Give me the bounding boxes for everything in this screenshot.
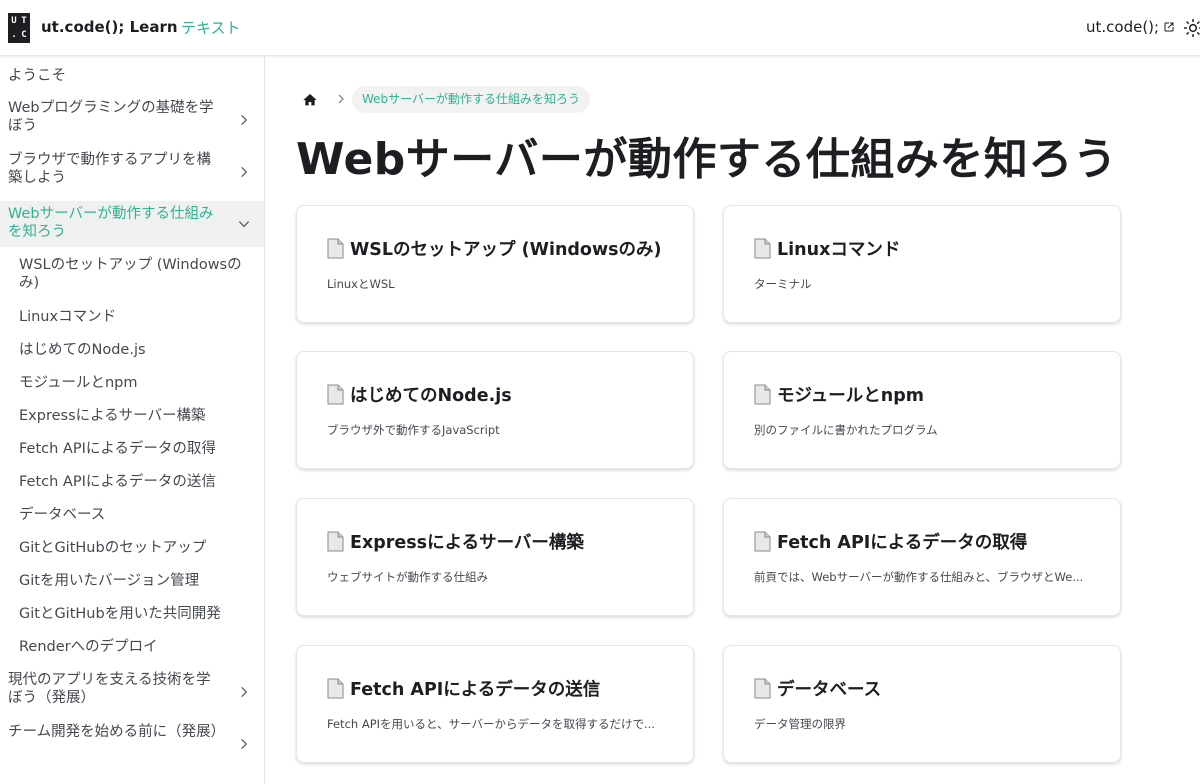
document-icon (327, 678, 344, 699)
sidebar-item-database[interactable]: データベース (0, 506, 264, 528)
document-icon (754, 238, 771, 259)
chevron-right-icon[interactable] (237, 737, 251, 751)
document-icon (327, 238, 344, 259)
logo-letter: U (11, 16, 17, 26)
site-logo[interactable]: U T . C (8, 13, 30, 43)
card-title-text: はじめてのNode.js (350, 386, 512, 406)
sidebar-item-label: 現代のアプリを支える技術を学ぼう（発展） (8, 672, 211, 706)
sidebar-item-label: Webプログラミングの基礎を学ぼう (8, 100, 214, 134)
sidebar-item-label: ブラウザで動作するアプリを構築しよう (8, 152, 211, 186)
sidebar-item-express[interactable]: Expressによるサーバー構築 (0, 407, 264, 429)
card-description: ブラウザ外で動作するJavaScript (327, 423, 500, 437)
card-database[interactable]: データベース データ管理の限界 (723, 645, 1121, 763)
card-title-text: Fetch APIによるデータの取得 (777, 533, 1028, 553)
chevron-right-icon[interactable] (237, 165, 251, 179)
sidebar-item-label: Webサーバーが動作する仕組みを知ろう (8, 206, 214, 240)
sidebar: ようこそ Webプログラミングの基礎を学ぼう ブラウザで動作するアプリを構築しよ… (0, 57, 265, 784)
sidebar-item-label: はじめてのNode.js (19, 342, 146, 358)
sidebar-item-label: WSLのセットアップ (Windowsのみ) (19, 257, 242, 291)
card-title-text: Fetch APIによるデータの送信 (350, 680, 601, 700)
logo-letter: . (11, 30, 17, 40)
chevron-right-icon[interactable] (237, 113, 251, 127)
card-title-text: WSLのセットアップ (Windowsのみ) (350, 240, 662, 260)
card-description: データ管理の限界 (754, 717, 846, 731)
sidebar-item-fetch-post[interactable]: Fetch APIによるデータの送信 (0, 473, 264, 495)
sidebar-item-label: Fetch APIによるデータの送信 (19, 474, 216, 490)
sidebar-item-label: Expressによるサーバー構築 (19, 408, 206, 424)
sidebar-item-web-server[interactable]: Webサーバーが動作する仕組みを知ろう (0, 201, 264, 247)
chevron-right-icon (338, 94, 344, 104)
card-title: Linuxコマンド (754, 236, 900, 261)
sidebar-item-label: GitとGitHubのセットアップ (19, 540, 207, 556)
card-title: Fetch APIによるデータの送信 (327, 676, 600, 701)
nav-link-text[interactable]: テキスト (181, 17, 241, 38)
navbar: U T . C ut.code(); Learn テキスト ut.code(); (0, 0, 1200, 56)
card-title: Fetch APIによるデータの取得 (754, 529, 1027, 554)
external-link-icon (1164, 22, 1174, 32)
chevron-down-icon[interactable] (237, 217, 251, 231)
page-title: Webサーバーが動作する仕組みを知ろう (296, 134, 1118, 185)
home-icon[interactable] (302, 92, 318, 108)
card-title: はじめてのNode.js (327, 382, 512, 407)
sidebar-item-npm[interactable]: モジュールとnpm (0, 374, 264, 396)
document-icon (327, 384, 344, 405)
sidebar-item-git-version[interactable]: Gitを用いたバージョン管理 (0, 572, 264, 594)
card-linux[interactable]: Linuxコマンド ターミナル (723, 205, 1121, 323)
card-title-text: データベース (777, 680, 882, 700)
sidebar-item-modern-tech[interactable]: 現代のアプリを支える技術を学ぼう（発展） (0, 671, 264, 715)
external-link-label: ut.code(); (1086, 18, 1160, 36)
document-icon (754, 384, 771, 405)
sidebar-item-team-dev[interactable]: チーム開発を始める前に（発展） (0, 723, 264, 767)
sidebar-item-nodejs[interactable]: はじめてのNode.js (0, 341, 264, 363)
sidebar-item-label: GitとGitHubを用いた共同開発 (19, 606, 221, 622)
logo-letter: C (21, 30, 27, 40)
document-icon (327, 531, 344, 552)
chevron-right-icon[interactable] (237, 685, 251, 699)
sidebar-item-label: Gitを用いたバージョン管理 (19, 573, 200, 589)
card-title-text: Expressによるサーバー構築 (350, 533, 584, 553)
card-title: Expressによるサーバー構築 (327, 529, 584, 554)
card-title: モジュールとnpm (754, 382, 924, 407)
sidebar-item-label: Fetch APIによるデータの取得 (19, 441, 216, 457)
card-nodejs[interactable]: はじめてのNode.js ブラウザ外で動作するJavaScript (296, 351, 694, 469)
card-express[interactable]: Expressによるサーバー構築 ウェブサイトが動作する仕組み (296, 498, 694, 616)
card-description: 別のファイルに書かれたプログラム (754, 423, 938, 437)
card-description: ターミナル (754, 277, 812, 291)
sidebar-item-render[interactable]: Renderへのデプロイ (0, 638, 264, 660)
logo-letter: T (21, 16, 27, 26)
card-description: LinuxとWSL (327, 277, 395, 291)
sidebar-item-label: Linuxコマンド (19, 309, 117, 325)
document-icon (754, 531, 771, 552)
document-icon (754, 678, 771, 699)
sidebar-item-browser-apps[interactable]: ブラウザで動作するアプリを構築しよう (0, 151, 264, 195)
sidebar-item-label: Renderへのデプロイ (19, 639, 158, 655)
card-wsl[interactable]: WSLのセットアップ (Windowsのみ) LinuxとWSL (296, 205, 694, 323)
sidebar-item-fetch-get[interactable]: Fetch APIによるデータの取得 (0, 440, 264, 462)
brand-title[interactable]: ut.code(); Learn (41, 18, 178, 36)
sidebar-item-web-basics[interactable]: Webプログラミングの基礎を学ぼう (0, 99, 264, 143)
external-link[interactable]: ut.code(); (1086, 18, 1175, 36)
sidebar-item-welcome[interactable]: ようこそ (0, 67, 264, 89)
sidebar-item-git-collab[interactable]: GitとGitHubを用いた共同開発 (0, 605, 264, 627)
card-fetch-get[interactable]: Fetch APIによるデータの取得 前頁では、Webサーバーが動作する仕組みと… (723, 498, 1121, 616)
card-description: Fetch APIを用いると、サーバーからデータを取得するだけで... (327, 717, 655, 731)
sidebar-item-git-setup[interactable]: GitとGitHubのセットアップ (0, 539, 264, 561)
card-npm[interactable]: モジュールとnpm 別のファイルに書かれたプログラム (723, 351, 1121, 469)
card-description: ウェブサイトが動作する仕組み (327, 570, 488, 584)
sidebar-item-label: チーム開発を始める前に（発展） (8, 724, 226, 740)
card-title: データベース (754, 676, 881, 701)
sidebar-item-label: モジュールとnpm (19, 375, 138, 391)
breadcrumb-current: Webサーバーが動作する仕組みを知ろう (352, 86, 591, 113)
breadcrumb (302, 86, 318, 114)
card-fetch-post[interactable]: Fetch APIによるデータの送信 Fetch APIを用いると、サーバーから… (296, 645, 694, 763)
sidebar-item-wsl[interactable]: WSLのセットアップ (Windowsのみ) (0, 256, 264, 296)
card-title-text: Linuxコマンド (777, 240, 901, 260)
sidebar-item-label: データベース (19, 507, 106, 523)
card-title: WSLのセットアップ (Windowsのみ) (327, 236, 662, 261)
card-description: 前頁では、Webサーバーが動作する仕組みと、ブラウザとWe... (754, 570, 1084, 584)
sidebar-item-label: ようこそ (8, 68, 66, 84)
card-title-text: モジュールとnpm (777, 386, 924, 406)
theme-toggle-icon[interactable] (1183, 18, 1200, 38)
sidebar-item-linux[interactable]: Linuxコマンド (0, 308, 264, 330)
